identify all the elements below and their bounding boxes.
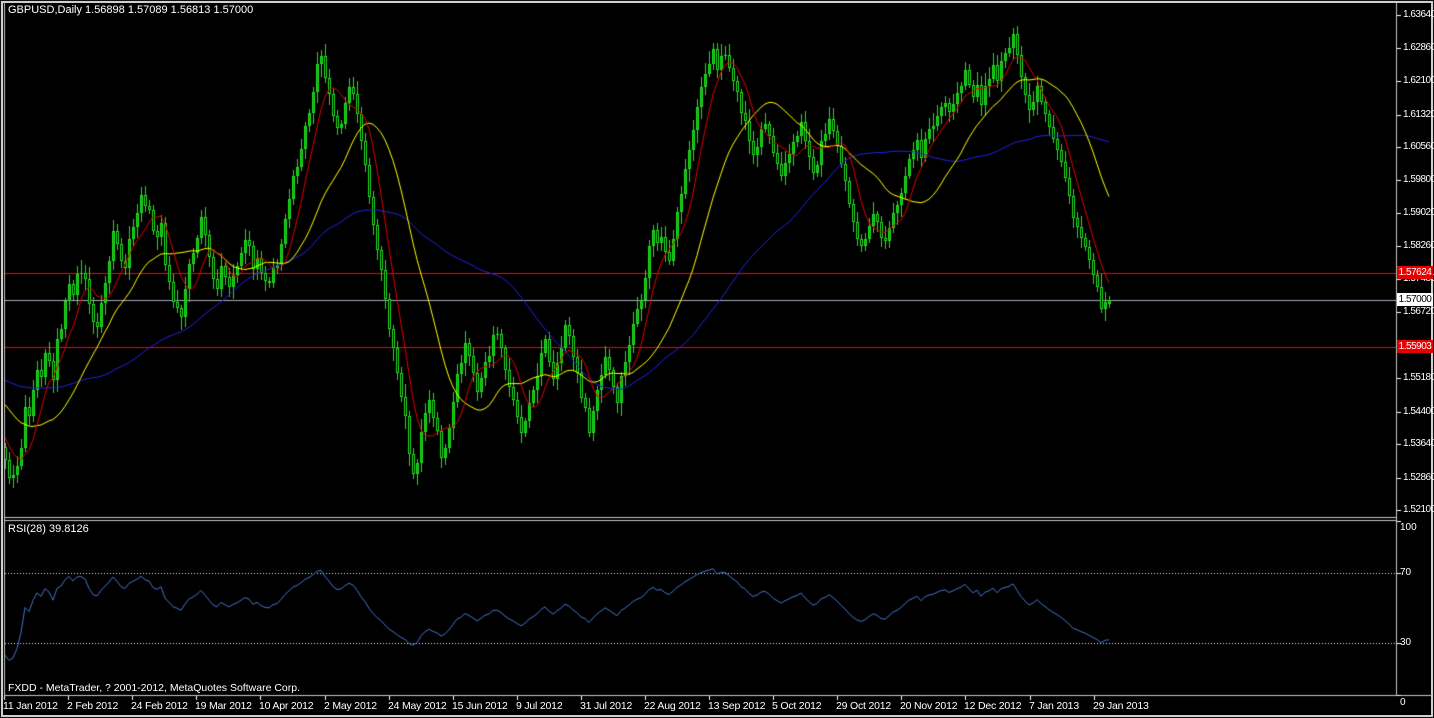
price-tag: 1.57000 xyxy=(1397,293,1433,306)
price-tag: 1.55903 xyxy=(1397,340,1433,353)
price-chart-canvas[interactable] xyxy=(0,0,1434,718)
price-tag: 1.57624 xyxy=(1397,266,1433,279)
metatrader-chart-window: GBPUSD,Daily 1.56898 1.57089 1.56813 1.5… xyxy=(0,0,1434,718)
